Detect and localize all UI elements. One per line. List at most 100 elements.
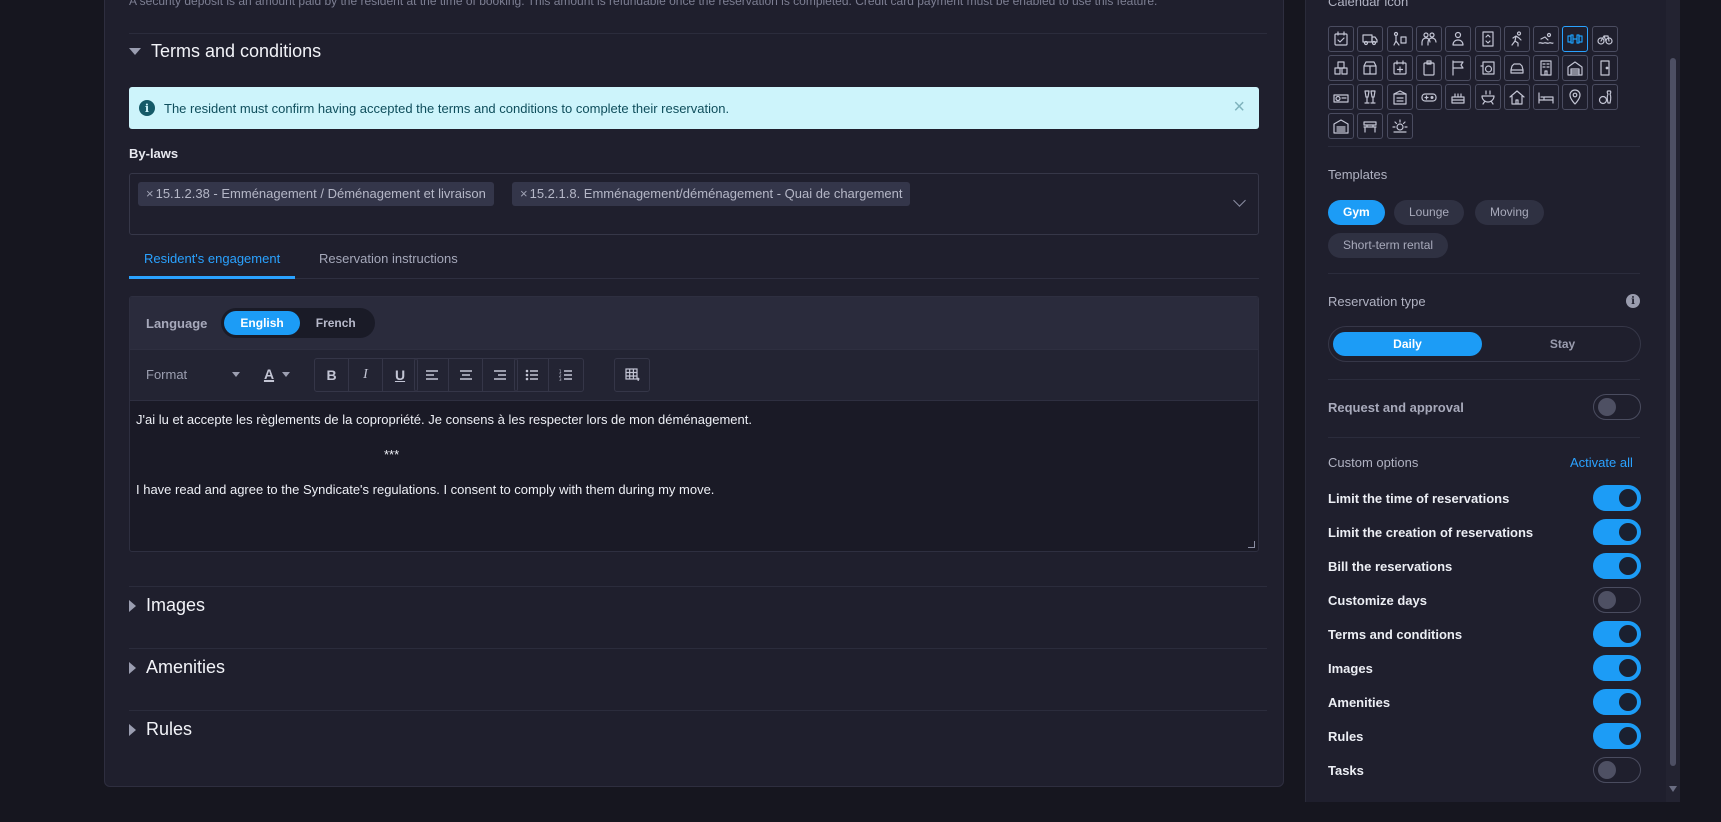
- reservation-type-daily[interactable]: Daily: [1333, 332, 1482, 356]
- calendar-plus-icon[interactable]: [1386, 55, 1413, 81]
- custom-option-row: Bill the reservations: [1328, 553, 1641, 579]
- calendar-check-icon[interactable]: [1328, 26, 1354, 52]
- scrollbar-thumb[interactable]: [1670, 58, 1676, 766]
- align-left-icon[interactable]: [415, 359, 449, 391]
- align-right-icon[interactable]: [483, 359, 517, 391]
- custom-option-label: Images: [1328, 660, 1373, 676]
- settings-sidebar: Calendar icon Templates Gym Lounge Movin…: [1305, 0, 1667, 802]
- divider: [1328, 273, 1640, 274]
- cake-icon[interactable]: [1445, 84, 1472, 110]
- tab-residents-engagement[interactable]: Resident's engagement: [129, 243, 296, 279]
- rules-section-header[interactable]: Rules: [129, 719, 192, 740]
- bylaw-chip[interactable]: × 15.1.2.38 - Emménagement / Déménagement…: [138, 182, 494, 206]
- custom-option-row: Customize days: [1328, 587, 1641, 613]
- custom-option-toggle[interactable]: [1593, 485, 1641, 511]
- divider: [1328, 146, 1640, 147]
- dumbbell-icon[interactable]: [1562, 26, 1589, 52]
- terms-section-header[interactable]: Terms and conditions: [129, 41, 321, 62]
- underline-button[interactable]: U: [383, 359, 417, 391]
- template-lounge[interactable]: Lounge: [1394, 200, 1465, 225]
- divider: [129, 586, 1267, 587]
- truck-icon[interactable]: [1357, 26, 1384, 52]
- bylaw-chip[interactable]: × 15.2.1.8. Emménagement/déménagement - Q…: [512, 182, 911, 206]
- editor-content[interactable]: J'ai lu et accepte les règlements de la …: [130, 401, 1258, 526]
- clipboard-icon[interactable]: [1415, 55, 1442, 81]
- dolly-icon[interactable]: [1386, 26, 1413, 52]
- door-icon[interactable]: [1591, 55, 1618, 81]
- resize-handle-icon[interactable]: [1248, 541, 1255, 548]
- close-icon[interactable]: ×: [1233, 96, 1245, 118]
- custom-option-toggle[interactable]: [1593, 757, 1641, 783]
- chevron-down-icon[interactable]: [1233, 194, 1246, 207]
- storage-icon[interactable]: [1386, 84, 1413, 110]
- custom-option-toggle[interactable]: [1593, 519, 1641, 545]
- sun-icon[interactable]: [1386, 113, 1413, 139]
- custom-option-label: Amenities: [1328, 694, 1391, 710]
- custom-option-row: Tasks: [1328, 757, 1641, 783]
- caret-right-icon: [129, 723, 136, 736]
- align-center-icon[interactable]: [449, 359, 483, 391]
- remove-chip-icon[interactable]: ×: [520, 186, 528, 201]
- bold-button[interactable]: B: [315, 359, 349, 391]
- custom-option-toggle[interactable]: [1593, 689, 1641, 715]
- template-moving[interactable]: Moving: [1475, 200, 1544, 225]
- custom-option-toggle[interactable]: [1593, 587, 1641, 613]
- language-switch: English French: [221, 308, 375, 338]
- cheers-icon[interactable]: [1357, 84, 1384, 110]
- custom-option-row: Images: [1328, 655, 1641, 681]
- box-open-icon[interactable]: [1357, 55, 1384, 81]
- scrollbar[interactable]: [1666, 0, 1680, 802]
- italic-button[interactable]: I: [349, 359, 383, 391]
- caret-right-icon: [129, 661, 136, 674]
- projector-icon[interactable]: [1328, 84, 1354, 110]
- bowling-icon[interactable]: [1591, 84, 1618, 110]
- bed-icon[interactable]: [1533, 84, 1560, 110]
- reservation-type-stay[interactable]: Stay: [1488, 332, 1637, 356]
- garage-icon[interactable]: [1562, 55, 1589, 81]
- running-icon[interactable]: [1503, 26, 1530, 52]
- bench-icon[interactable]: [1357, 113, 1384, 139]
- font-color-button[interactable]: A: [254, 358, 300, 392]
- bbq-icon[interactable]: [1474, 84, 1501, 110]
- amenities-section-header[interactable]: Amenities: [129, 657, 225, 678]
- language-french[interactable]: French: [300, 311, 372, 335]
- numbered-list-icon[interactable]: 123: [549, 359, 583, 391]
- gamepad-icon[interactable]: [1415, 84, 1442, 110]
- elevator-icon[interactable]: [1474, 26, 1501, 52]
- washing-icon[interactable]: [1474, 55, 1501, 81]
- custom-option-toggle[interactable]: [1593, 723, 1641, 749]
- custom-option-toggle[interactable]: [1593, 553, 1641, 579]
- reservation-type-switch: Daily Stay: [1328, 326, 1641, 362]
- images-section-header[interactable]: Images: [129, 595, 205, 616]
- remove-chip-icon[interactable]: ×: [146, 186, 154, 201]
- custom-option-label: Customize days: [1328, 592, 1427, 608]
- parking-garage-icon[interactable]: [1328, 113, 1354, 139]
- activate-all-link[interactable]: Activate all: [1570, 455, 1633, 470]
- custom-option-row: Terms and conditions: [1328, 621, 1641, 647]
- request-approval-toggle[interactable]: [1593, 394, 1641, 420]
- bullet-list-icon[interactable]: [515, 359, 549, 391]
- custom-option-toggle[interactable]: [1593, 621, 1641, 647]
- language-english[interactable]: English: [224, 311, 300, 335]
- person-icon[interactable]: [1445, 26, 1472, 52]
- boxes-icon[interactable]: [1328, 55, 1354, 81]
- people-icon[interactable]: [1415, 26, 1442, 52]
- custom-option-toggle[interactable]: [1593, 655, 1641, 681]
- scroll-down-arrow-icon[interactable]: [1669, 786, 1677, 792]
- template-gym[interactable]: Gym: [1328, 200, 1385, 225]
- bylaws-multiselect[interactable]: × 15.1.2.38 - Emménagement / Déménagement…: [129, 173, 1259, 235]
- table-icon[interactable]: [615, 359, 649, 391]
- car-icon[interactable]: [1503, 55, 1530, 81]
- bicycle-icon[interactable]: [1591, 26, 1618, 52]
- list-group: 123: [514, 358, 584, 392]
- tab-reservation-instructions[interactable]: Reservation instructions: [304, 243, 473, 279]
- map-pin-icon[interactable]: [1562, 84, 1589, 110]
- info-icon[interactable]: i: [1626, 294, 1640, 308]
- flag-icon[interactable]: [1445, 55, 1472, 81]
- divider: [129, 33, 1267, 34]
- template-short-term-rental[interactable]: Short-term rental: [1328, 233, 1449, 258]
- swimming-icon[interactable]: [1533, 26, 1560, 52]
- format-select[interactable]: Format: [138, 358, 246, 392]
- home-icon[interactable]: [1503, 84, 1530, 110]
- building-icon[interactable]: [1533, 55, 1560, 81]
